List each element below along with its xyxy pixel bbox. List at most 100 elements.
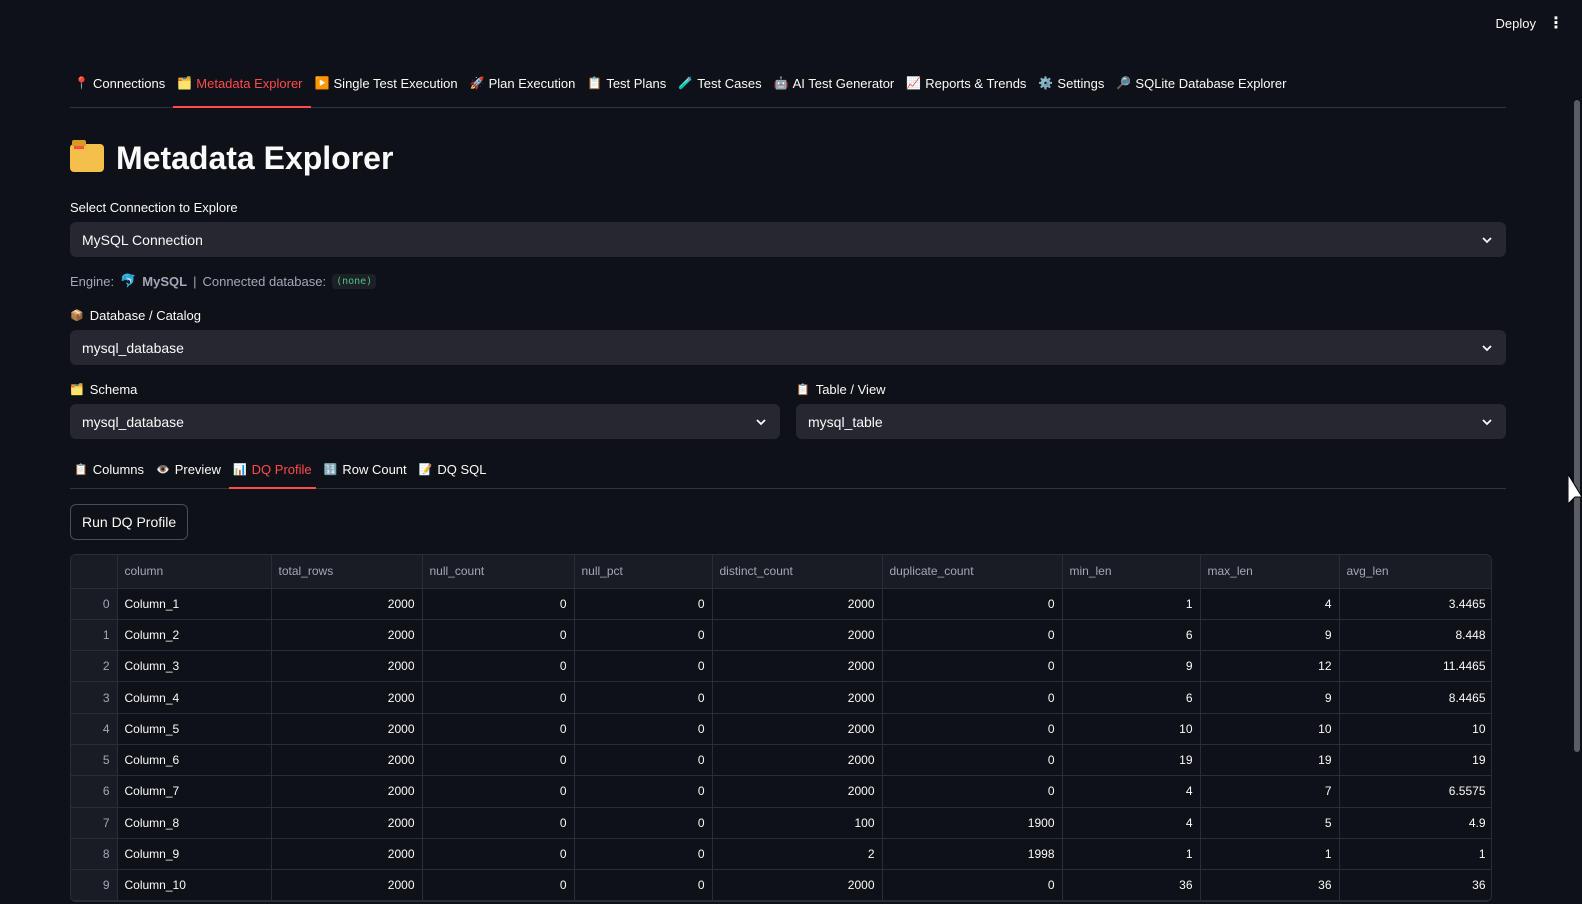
row-index-cell[interactable]: 4 [71, 713, 118, 745]
row-index-cell[interactable]: 0 [71, 588, 118, 620]
subtab-dq-profile[interactable]: 📊 DQ Profile [228, 462, 320, 489]
table-cell-null-count[interactable]: 0 [422, 650, 575, 683]
table-cell-duplicate-count[interactable]: 0 [882, 650, 1063, 683]
subtab-columns[interactable]: 📋 Columns [70, 462, 152, 488]
table-cell-duplicate-count[interactable]: 0 [882, 619, 1063, 652]
column-header-null-count[interactable]: null_count [422, 555, 575, 589]
table-cell-distinct-count[interactable]: 2000 [712, 869, 883, 902]
table-cell-column[interactable]: Column_3 [117, 650, 272, 683]
table-cell-column[interactable]: Column_1 [117, 588, 272, 620]
table-cell-avg-len[interactable]: 3.4465 [1339, 588, 1491, 620]
table-cell-duplicate-count[interactable]: 0 [882, 744, 1063, 777]
table-cell-duplicate-count[interactable]: 1900 [882, 807, 1063, 839]
column-header-min-len[interactable]: min_len [1062, 555, 1201, 589]
main-menu-icon[interactable]: ⋮ [1548, 16, 1564, 32]
table-cell-null-pct[interactable]: 0 [574, 807, 713, 839]
table-cell-null-count[interactable]: 0 [422, 588, 575, 620]
table-cell-avg-len[interactable]: 19 [1339, 744, 1491, 777]
index-header[interactable] [71, 555, 118, 589]
table-cell-null-count[interactable]: 0 [422, 869, 575, 902]
table-cell-min-len[interactable]: 19 [1062, 744, 1201, 777]
table-cell-total-rows[interactable]: 2000 [271, 869, 423, 902]
row-index-cell[interactable]: 1 [71, 619, 118, 652]
table-cell-max-len[interactable]: 4 [1200, 588, 1340, 620]
database-select[interactable]: mysql_database [70, 330, 1506, 365]
column-header-distinct-count[interactable]: distinct_count [712, 555, 883, 589]
table-cell-max-len[interactable]: 1 [1200, 838, 1340, 871]
table-cell-total-rows[interactable]: 2000 [271, 650, 423, 683]
table-cell-max-len[interactable]: 5 [1200, 807, 1340, 839]
tab-settings[interactable]: ⚙️ Settings [1034, 69, 1112, 107]
column-header-null-pct[interactable]: null_pct [574, 555, 713, 589]
table-cell-column[interactable]: Column_8 [117, 807, 272, 839]
table-cell-min-len[interactable]: 9 [1062, 650, 1201, 683]
table-cell-null-pct[interactable]: 0 [574, 650, 713, 683]
table-cell-min-len[interactable]: 4 [1062, 775, 1201, 808]
table-cell-null-pct[interactable]: 0 [574, 588, 713, 620]
tab-test-plans[interactable]: 📋 Test Plans [583, 69, 674, 107]
table-cell-avg-len[interactable]: 8.4465 [1339, 681, 1491, 714]
column-header-avg-len[interactable]: avg_len [1339, 555, 1491, 589]
table-cell-total-rows[interactable]: 2000 [271, 619, 423, 652]
table-cell-duplicate-count[interactable]: 0 [882, 681, 1063, 714]
table-cell-column[interactable]: Column_2 [117, 619, 272, 652]
table-cell-distinct-count[interactable]: 2000 [712, 588, 883, 620]
column-header-column[interactable]: column [117, 555, 272, 589]
table-cell-distinct-count[interactable]: 2000 [712, 681, 883, 714]
table-cell-null-pct[interactable]: 0 [574, 681, 713, 714]
table-cell-column[interactable]: Column_4 [117, 681, 272, 714]
table-cell-distinct-count[interactable]: 2000 [712, 744, 883, 777]
tab-connections[interactable]: 📍 Connections [70, 69, 173, 107]
table-cell-min-len[interactable]: 1 [1062, 838, 1201, 871]
subtab-dq-sql[interactable]: 📝 DQ SQL [415, 462, 495, 488]
table-cell-distinct-count[interactable]: 2000 [712, 775, 883, 808]
table-cell-distinct-count[interactable]: 2000 [712, 619, 883, 652]
table-cell-total-rows[interactable]: 2000 [271, 588, 423, 620]
table-cell-duplicate-count[interactable]: 0 [882, 588, 1063, 620]
connection-select[interactable]: MySQL Connection [70, 222, 1506, 257]
table-cell-total-rows[interactable]: 2000 [271, 838, 423, 871]
table-cell-null-pct[interactable]: 0 [574, 619, 713, 652]
table-cell-avg-len[interactable]: 4.9 [1339, 807, 1491, 839]
table-cell-null-count[interactable]: 0 [422, 681, 575, 714]
table-cell-column[interactable]: Column_10 [117, 869, 272, 902]
table-cell-total-rows[interactable]: 2000 [271, 681, 423, 714]
tab-metadata-explorer[interactable]: 🗂️ Metadata Explorer [173, 69, 311, 108]
row-index-cell[interactable]: 9 [71, 869, 118, 902]
table-cell-column[interactable]: Column_9 [117, 838, 272, 871]
table-cell-max-len[interactable]: 12 [1200, 650, 1340, 683]
table-cell-max-len[interactable]: 10 [1200, 713, 1340, 745]
table-cell-avg-len[interactable]: 11.4465 [1339, 650, 1491, 683]
table-cell-min-len[interactable]: 4 [1062, 807, 1201, 839]
row-index-cell[interactable]: 6 [71, 775, 118, 808]
table-cell-null-count[interactable]: 0 [422, 619, 575, 652]
subtab-preview[interactable]: 👁️ Preview [152, 462, 229, 488]
table-cell-null-pct[interactable]: 0 [574, 744, 713, 777]
table-cell-min-len[interactable]: 36 [1062, 869, 1201, 902]
table-cell-null-pct[interactable]: 0 [574, 775, 713, 808]
table-cell-total-rows[interactable]: 2000 [271, 807, 423, 839]
row-index-cell[interactable]: 7 [71, 807, 118, 839]
table-cell-avg-len[interactable]: 6.5575 [1339, 775, 1491, 808]
table-cell-null-pct[interactable]: 0 [574, 869, 713, 902]
deploy-button[interactable]: Deploy [1496, 16, 1536, 31]
row-index-cell[interactable]: 2 [71, 650, 118, 683]
tab-ai-test-generator[interactable]: 🤖 AI Test Generator [770, 69, 903, 107]
table-cell-max-len[interactable]: 36 [1200, 869, 1340, 902]
table-cell-distinct-count[interactable]: 2000 [712, 650, 883, 683]
tab-sqlite-database-explorer[interactable]: 🔎 SQLite Database Explorer [1112, 69, 1294, 107]
row-index-cell[interactable]: 5 [71, 744, 118, 777]
table-cell-null-pct[interactable]: 0 [574, 838, 713, 871]
table-cell-max-len[interactable]: 9 [1200, 619, 1340, 652]
dq-profile-table[interactable]: column total_rows null_count null_pct distin… [70, 554, 1492, 903]
table-cell-min-len[interactable]: 6 [1062, 681, 1201, 714]
table-cell-null-count[interactable]: 0 [422, 775, 575, 808]
table-cell-null-count[interactable]: 0 [422, 807, 575, 839]
row-index-cell[interactable]: 3 [71, 681, 118, 714]
table-cell-duplicate-count[interactable]: 0 [882, 775, 1063, 808]
schema-select[interactable]: mysql_database [70, 404, 780, 439]
column-header-max-len[interactable]: max_len [1200, 555, 1340, 589]
table-cell-null-count[interactable]: 0 [422, 713, 575, 745]
table-cell-avg-len[interactable]: 8.448 [1339, 619, 1491, 652]
table-cell-duplicate-count[interactable]: 0 [882, 869, 1063, 902]
